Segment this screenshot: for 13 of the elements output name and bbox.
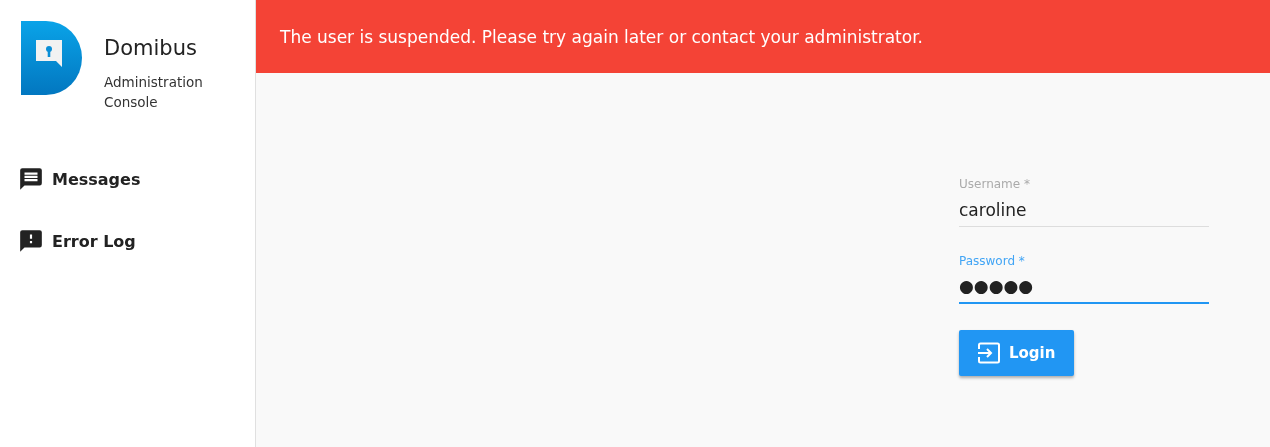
sidebar-item[interactable]: Error Log (18, 226, 136, 256)
alert-message-icon (18, 228, 44, 254)
app-subtitle: Administration Console (104, 73, 204, 112)
error-message: The user is suspended. Please try again later or contact your administrator. (280, 26, 923, 47)
sidebar-item[interactable]: Messages (18, 164, 141, 194)
app-title: Domibus (104, 36, 198, 60)
field-label: Username * (959, 177, 1031, 191)
logo-icon (18, 18, 84, 98)
input-field[interactable]: ●●●●● (959, 274, 1209, 304)
field-label: Password * (959, 254, 1026, 268)
input-field[interactable]: caroline (959, 197, 1209, 227)
message-icon (18, 166, 44, 192)
login-icon (977, 342, 1001, 364)
